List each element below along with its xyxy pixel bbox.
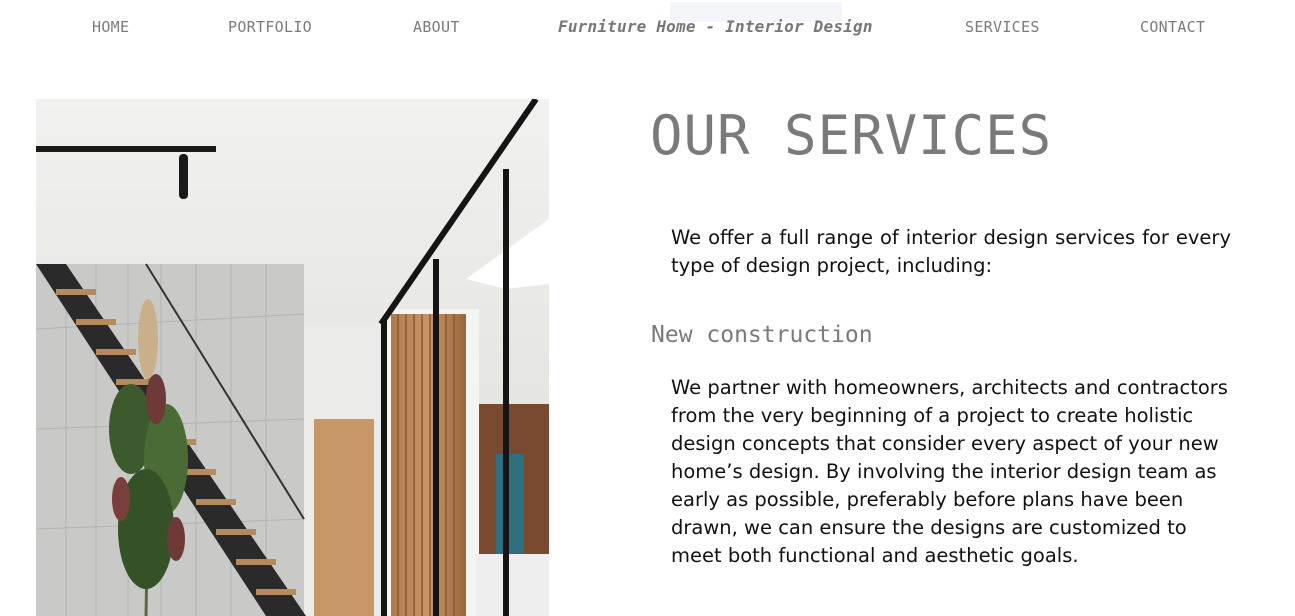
nav-home-link[interactable]: HOME bbox=[92, 18, 129, 36]
nav-services-link[interactable]: SERVICES bbox=[965, 18, 1040, 36]
site-brand[interactable]: Furniture Home - Interior Design bbox=[558, 17, 873, 36]
nav-portfolio-link[interactable]: PORTFOLIO bbox=[228, 18, 312, 36]
section-heading-new-construction: New construction bbox=[651, 322, 873, 348]
interior-photo-illustration bbox=[36, 99, 549, 616]
top-navigation: HOME PORTFOLIO ABOUT Furniture Home - In… bbox=[0, 0, 1295, 56]
section-body-text: We partner with homeowners, architects a… bbox=[671, 376, 1228, 567]
nav-contact-link[interactable]: CONTACT bbox=[1140, 18, 1205, 36]
page-title: OUR SERVICES bbox=[650, 104, 1053, 167]
nav-about-link[interactable]: ABOUT bbox=[413, 18, 460, 36]
services-intro-text: We offer a full range of interior design… bbox=[671, 226, 1231, 277]
interior-photo bbox=[36, 99, 549, 616]
